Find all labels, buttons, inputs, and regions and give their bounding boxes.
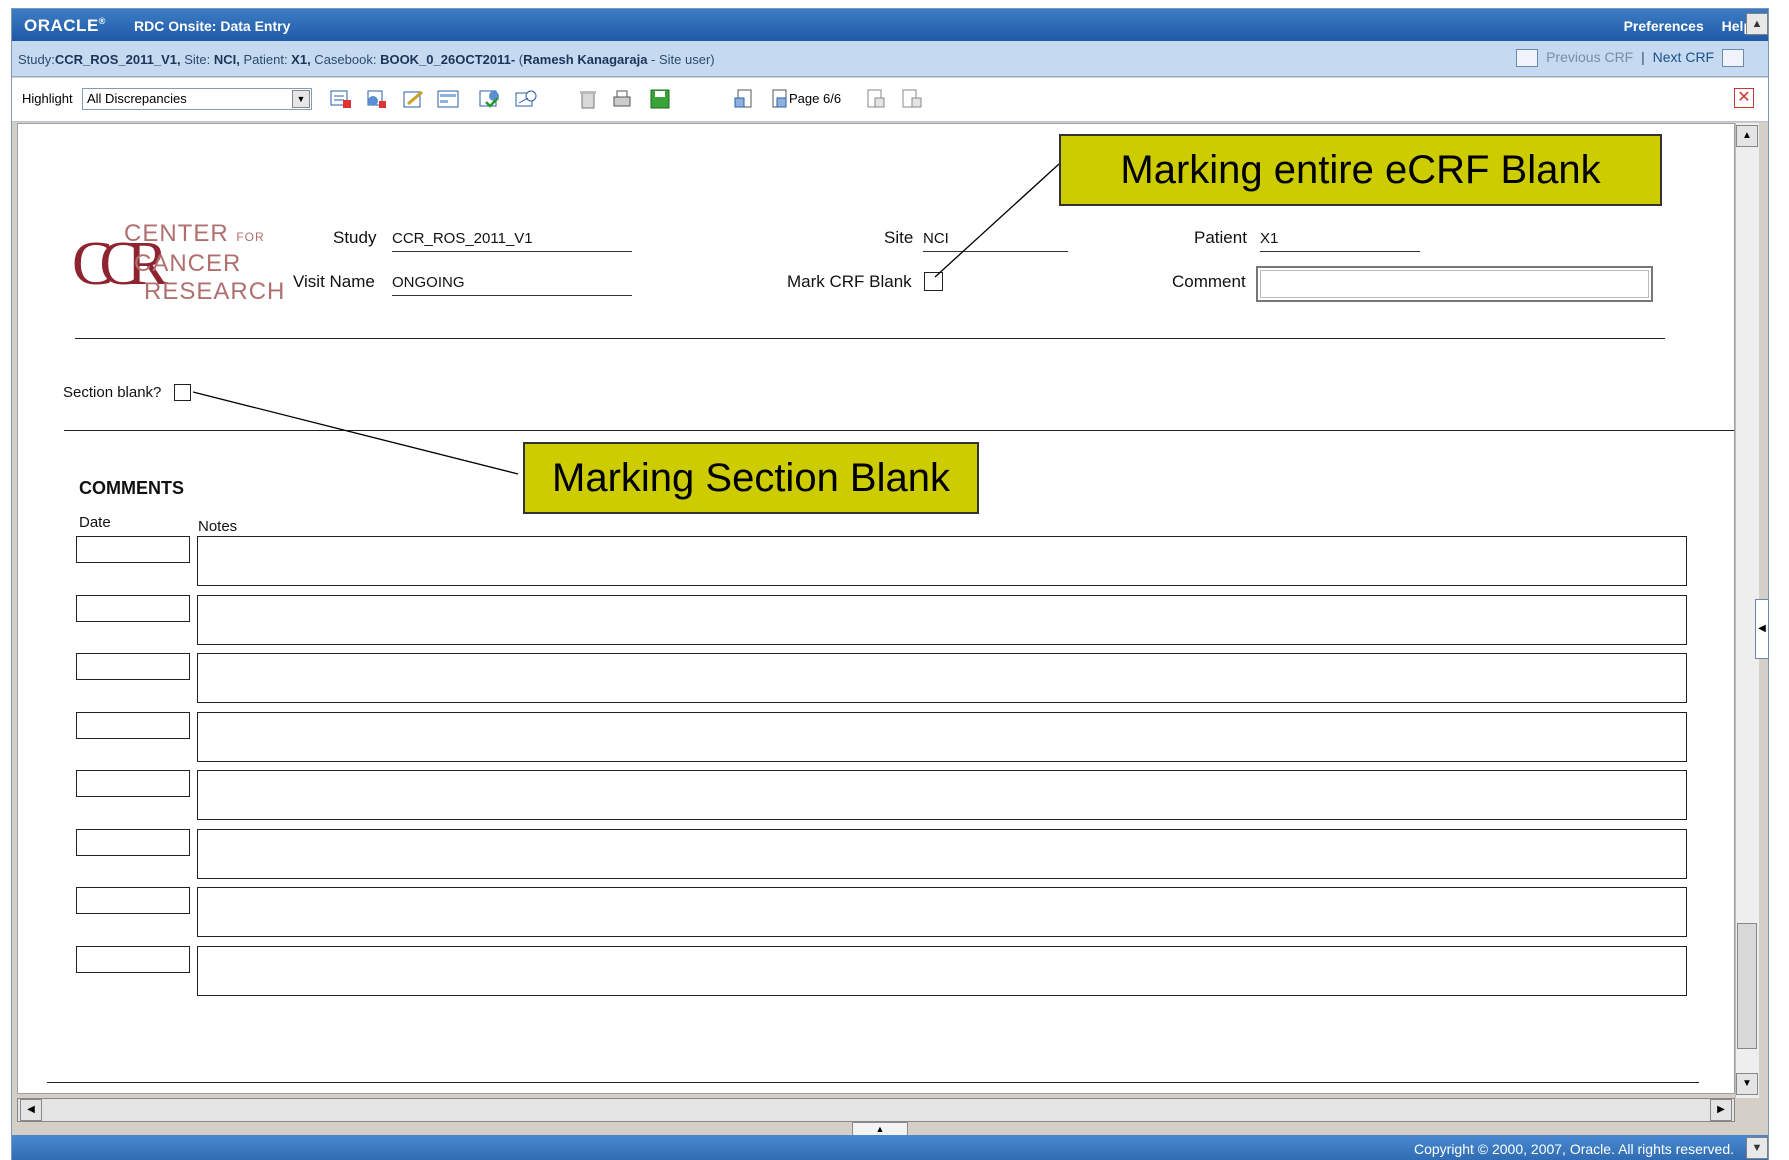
- copyright-text: Copyright © 2000, 2007, Oracle. All righ…: [1413, 1141, 1734, 1157]
- scroll-down-icon[interactable]: ▼: [1746, 1137, 1768, 1159]
- footer-bar: Copyright © 2000, 2007, Oracle. All righ…: [12, 1135, 1768, 1160]
- audit-history-icon[interactable]: [436, 89, 460, 109]
- site-field: NCI: [923, 230, 1068, 252]
- header-divider: [75, 338, 1665, 339]
- chevron-down-icon[interactable]: ▼: [292, 90, 310, 108]
- notes-input[interactable]: [197, 945, 1687, 996]
- site-label: Site: [884, 228, 914, 247]
- patient-label: Patient: [1194, 228, 1247, 247]
- notes-input[interactable]: [197, 711, 1687, 762]
- date-input[interactable]: [76, 711, 190, 739]
- section-blank-callout: Marking Section Blank: [523, 442, 979, 514]
- delete-icon[interactable]: [576, 89, 600, 109]
- mark-crf-blank-checkbox[interactable]: [924, 272, 943, 291]
- patient-value: X1,: [291, 52, 311, 67]
- print-icon[interactable]: [611, 89, 635, 109]
- page-indicator: Page 6/6: [789, 91, 842, 106]
- top-links: Preferences Help: [1610, 18, 1752, 34]
- section-blank-leader-line: [192, 391, 519, 475]
- logo-line-research: RESEARCH: [144, 278, 286, 305]
- last-page-icon[interactable]: [900, 89, 924, 109]
- logo-line-cancer: CANCER: [134, 250, 242, 277]
- section-divider: [64, 430, 1734, 431]
- highlight-select[interactable]: All Discrepancies ▼: [82, 88, 312, 110]
- date-input[interactable]: [76, 536, 190, 563]
- study-label: Study: [333, 228, 377, 247]
- context-bar: Study:CCR_ROS_2011_V1, Site: NCI, Patien…: [12, 41, 1768, 77]
- date-input[interactable]: [76, 594, 190, 622]
- edit-icon[interactable]: [402, 89, 426, 109]
- casebook-value: BOOK_0_26OCT2011-: [380, 52, 516, 67]
- highlight-label: Highlight: [22, 91, 73, 106]
- add-discrepancy-icon[interactable]: [329, 89, 353, 109]
- add-investigator-comment-icon[interactable]: [364, 89, 388, 109]
- comment-input[interactable]: [1256, 266, 1653, 302]
- previous-page-icon[interactable]: [767, 89, 791, 109]
- next-crf-link[interactable]: Next CRF: [1653, 49, 1714, 65]
- section-blank-checkbox[interactable]: [174, 384, 191, 401]
- preferences-link[interactable]: Preferences: [1624, 18, 1704, 34]
- notes-input[interactable]: [197, 828, 1687, 879]
- toolbar: Highlight All Discrepancies ▼ Page 6/6 ✕: [12, 78, 1768, 122]
- oracle-logo: ORACLE®: [24, 16, 106, 35]
- crf-form: CCR CENTER FOR CANCER RESEARCH Study CCR…: [17, 123, 1735, 1094]
- study-value: CCR_ROS_2011_V1,: [54, 52, 181, 67]
- application-window: ORACLE® RDC Onsite: Data Entry Preferenc…: [11, 8, 1769, 1160]
- comment-label: Comment: [1172, 272, 1246, 291]
- side-panel-toggle-icon[interactable]: ◀: [1755, 599, 1769, 659]
- date-input[interactable]: [76, 887, 190, 914]
- notes-input[interactable]: [197, 770, 1687, 820]
- previous-crf-link[interactable]: Previous CRF: [1546, 49, 1633, 65]
- approve-icon[interactable]: [514, 89, 538, 109]
- date-input[interactable]: [76, 945, 190, 973]
- collapse-panel-icon[interactable]: ▲: [852, 1122, 908, 1136]
- date-input[interactable]: [76, 770, 190, 797]
- comments-heading: COMMENTS: [79, 478, 184, 498]
- notes-input[interactable]: [197, 594, 1687, 645]
- date-column-header: Date: [79, 514, 111, 531]
- app-title: RDC Onsite: Data Entry: [134, 18, 291, 34]
- scroll-up-icon[interactable]: ▲: [1746, 13, 1768, 35]
- notes-input[interactable]: [197, 653, 1687, 703]
- title-bar: ORACLE® RDC Onsite: Data Entry Preferenc…: [12, 9, 1768, 41]
- save-icon[interactable]: [648, 89, 672, 109]
- footer-divider: [47, 1082, 1699, 1083]
- scrollbar-thumb[interactable]: [1737, 923, 1757, 1049]
- next-page-icon[interactable]: [865, 89, 889, 109]
- context-info: Study:CCR_ROS_2011_V1, Site: NCI, Patien…: [18, 52, 715, 67]
- crf-blank-callout: Marking entire eCRF Blank: [1059, 134, 1662, 206]
- scroll-up-icon[interactable]: ▲: [1736, 125, 1758, 147]
- mark-crf-blank-label: Mark CRF Blank: [787, 272, 912, 291]
- nav-separator: |: [1641, 49, 1645, 65]
- crf-blank-leader-line: [934, 163, 1060, 278]
- notes-column-header: Notes: [198, 518, 238, 535]
- highlight-selected-value: All Discrepancies: [87, 91, 187, 106]
- study-field: CCR_ROS_2011_V1: [392, 230, 632, 252]
- visit-name-label: Visit Name: [293, 272, 375, 291]
- horizontal-scrollbar[interactable]: ◀ ▶: [17, 1098, 1735, 1122]
- scroll-left-icon[interactable]: ◀: [20, 1099, 42, 1121]
- next-crf-icon[interactable]: [1722, 49, 1744, 68]
- first-page-icon[interactable]: [732, 89, 756, 109]
- site-value: NCI,: [213, 52, 240, 67]
- scroll-down-icon[interactable]: ▼: [1736, 1073, 1758, 1095]
- previous-crf-icon[interactable]: [1516, 49, 1539, 68]
- crf-navigation: Previous CRF | Next CRF: [1512, 49, 1748, 68]
- verify-icon[interactable]: [478, 89, 502, 109]
- ccr-logo: CCR CENTER FOR CANCER RESEARCH: [68, 216, 284, 316]
- section-blank-label: Section blank?: [63, 384, 162, 401]
- scroll-right-icon[interactable]: ▶: [1710, 1099, 1732, 1121]
- date-input[interactable]: [76, 828, 190, 856]
- notes-input[interactable]: [197, 887, 1687, 937]
- close-icon[interactable]: ✕: [1734, 88, 1754, 108]
- visit-name-field: ONGOING: [392, 274, 632, 296]
- notes-input[interactable]: [197, 536, 1687, 586]
- date-input[interactable]: [76, 653, 190, 680]
- patient-field: X1: [1260, 230, 1420, 252]
- logo-line-center: CENTER FOR: [124, 220, 265, 247]
- user-name: Ramesh Kanagaraja: [523, 52, 648, 67]
